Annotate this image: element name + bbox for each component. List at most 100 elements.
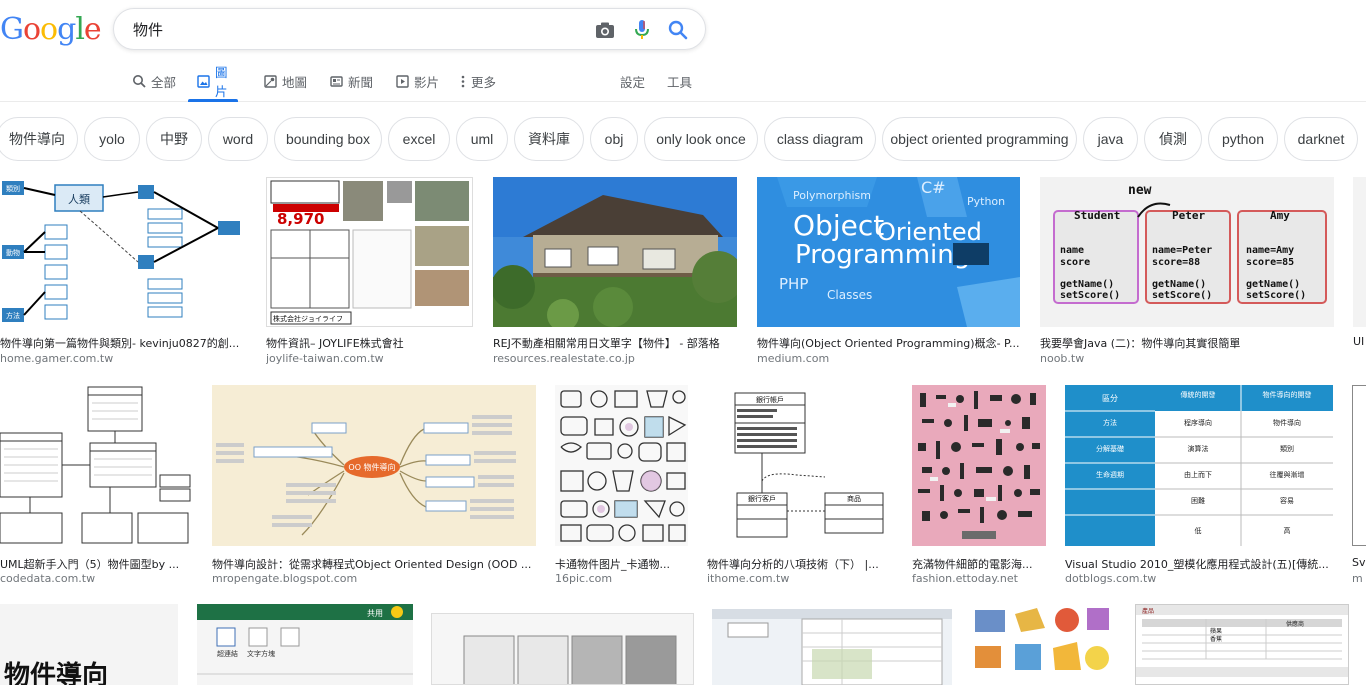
result-thumbnail[interactable]: 銀行帳戶 銀行客戶 商品 bbox=[707, 385, 893, 546]
result-thumbnail[interactable] bbox=[493, 177, 737, 327]
image-result[interactable]: 區分 傳統的開發 物件導向的開發 方法 程序導向 物件導向 分解基礎 演算法 類… bbox=[1065, 385, 1333, 585]
table-cell: 低 bbox=[1195, 526, 1202, 535]
result-thumbnail[interactable] bbox=[431, 613, 694, 685]
video-icon bbox=[396, 74, 409, 88]
field: name bbox=[1060, 245, 1084, 256]
result-title[interactable]: 物件導向設計：從需求轉程式Object Oriented Design (OOD… bbox=[212, 556, 536, 572]
tab-news[interactable]: 新聞 bbox=[330, 60, 373, 102]
result-thumbnail[interactable] bbox=[912, 385, 1046, 546]
chip-item[interactable]: obj bbox=[590, 117, 638, 161]
image-result[interactable]: UI bbox=[1353, 177, 1366, 367]
chip-item[interactable]: object oriented programming bbox=[882, 117, 1077, 161]
result-title[interactable]: UI bbox=[1353, 335, 1366, 348]
chip-item[interactable]: bounding box bbox=[274, 117, 382, 161]
image-result[interactable]: Polymorphism C# Python Object Oriented P… bbox=[757, 177, 1020, 367]
image-result[interactable]: 充滿物件細節的電影海... fashion.ettoday.net bbox=[912, 385, 1046, 585]
image-result[interactable]: 共用 超連結 文字方塊 bbox=[197, 604, 413, 685]
result-thumbnail[interactable]: 區分 傳統的開發 物件導向的開發 方法 程序導向 物件導向 分解基礎 演算法 類… bbox=[1065, 385, 1333, 546]
google-logo[interactable]: Google bbox=[0, 12, 102, 47]
table-cell: 物件導向 bbox=[1273, 418, 1301, 427]
result-title[interactable]: 物件資訊– JOYLIFE株式會社 bbox=[266, 335, 473, 351]
result-title[interactable]: Sv bbox=[1352, 556, 1366, 569]
microphone-icon[interactable] bbox=[631, 19, 653, 41]
tab-more[interactable]: 更多 bbox=[460, 60, 496, 102]
image-result[interactable] bbox=[712, 609, 952, 685]
result-title[interactable]: 我要學會Java (二)：物件導向其實很簡單 bbox=[1040, 335, 1334, 351]
image-result[interactable] bbox=[431, 613, 694, 685]
share-button: 共用 bbox=[367, 609, 383, 618]
result-thumbnail[interactable] bbox=[712, 609, 952, 685]
result-title[interactable]: UML超新手入門（5）物件圖型by ... bbox=[0, 556, 193, 572]
result-title[interactable]: 物件導向分析的八項技術（下） |... bbox=[707, 556, 893, 572]
tab-images[interactable]: 圖片 bbox=[188, 60, 238, 102]
image-result[interactable]: 物件導向 bbox=[0, 604, 178, 685]
result-source: mropengate.blogspot.com bbox=[212, 572, 358, 585]
result-thumbnail[interactable] bbox=[971, 604, 1116, 685]
table-cell: 容易 bbox=[1280, 496, 1294, 505]
image-result[interactable]: OO 物件導向 物件導向設計：從需求轉程式Object Oriented Des… bbox=[212, 385, 536, 585]
chip-item[interactable]: 物件導向 bbox=[0, 117, 78, 161]
image-result[interactable]: 產品 供應商 蘋果 香蕉 bbox=[1135, 604, 1349, 685]
image-result[interactable]: new Student Peter Amy name score name=Pe… bbox=[1040, 177, 1334, 367]
chip-item[interactable]: word bbox=[208, 117, 268, 161]
tools-link[interactable]: 工具 bbox=[667, 60, 692, 102]
tab-videos[interactable]: 影片 bbox=[396, 60, 439, 102]
result-thumbnail[interactable] bbox=[1353, 177, 1366, 327]
result-title[interactable]: 物件導向第一篇物件與類別- kevinju0827的創... bbox=[0, 335, 240, 351]
settings-link[interactable]: 設定 bbox=[620, 60, 645, 102]
result-thumbnail[interactable] bbox=[555, 385, 688, 546]
result-thumbnail[interactable]: 8,970 株式会社ジョイライフ bbox=[266, 177, 473, 327]
result-thumbnail[interactable]: 產品 供應商 蘋果 香蕉 bbox=[1135, 604, 1349, 685]
result-thumbnail[interactable]: 人類 類別 動物 方法 bbox=[0, 177, 246, 327]
tab-label: 更多 bbox=[471, 74, 497, 90]
search-input[interactable] bbox=[133, 20, 593, 38]
logo-letter: l bbox=[75, 12, 85, 47]
chip-item[interactable]: 中野 bbox=[146, 117, 202, 161]
image-result[interactable]: UML超新手入門（5）物件圖型by ... codedata.com.tw bbox=[0, 385, 193, 585]
result-thumbnail[interactable] bbox=[0, 385, 193, 546]
chip-item[interactable]: class diagram bbox=[764, 117, 876, 161]
image-result[interactable]: 卡通物件图片_卡通物... 16pic.com bbox=[555, 385, 688, 585]
result-title[interactable]: 物件導向(Object Oriented Programming)概念- P..… bbox=[757, 335, 1020, 351]
result-thumbnail[interactable] bbox=[1352, 385, 1366, 546]
news-icon bbox=[330, 75, 343, 88]
result-thumbnail[interactable]: new Student Peter Amy name score name=Pe… bbox=[1040, 177, 1334, 327]
tab-maps[interactable]: 地圖 bbox=[264, 60, 307, 102]
image-result[interactable]: 人類 類別 動物 方法 物件導向第一篇物件與類別- kevinju0827的創.… bbox=[0, 177, 246, 367]
tab-all[interactable]: 全部 bbox=[132, 60, 176, 102]
result-source: codedata.com.tw bbox=[0, 572, 96, 585]
search-box[interactable] bbox=[113, 8, 706, 50]
uml-class-label: 動物 bbox=[6, 248, 20, 257]
oop-tag: C# bbox=[921, 178, 946, 197]
image-result[interactable] bbox=[971, 604, 1116, 685]
image-result[interactable]: 8,970 株式会社ジョイライフ 物件資訊– JOYLIFE株式會社 joyli… bbox=[266, 177, 473, 367]
chip-item[interactable]: 偵測 bbox=[1144, 117, 1202, 161]
result-thumbnail[interactable]: 共用 超連結 文字方塊 bbox=[197, 604, 413, 685]
image-result[interactable]: Sv m bbox=[1352, 385, 1366, 585]
result-title[interactable]: 卡通物件图片_卡通物... bbox=[555, 556, 688, 572]
result-title[interactable]: Visual Studio 2010_塑模化應用程式設計(五)[傳統... bbox=[1065, 556, 1333, 572]
chip-item[interactable]: 資料庫 bbox=[514, 117, 584, 161]
result-source: ithome.com.tw bbox=[707, 572, 790, 585]
chip-item[interactable]: only look once bbox=[644, 117, 758, 161]
tab-label: 全部 bbox=[151, 74, 177, 90]
image-result[interactable]: 銀行帳戶 銀行客戶 商品 物件導向分析的八項技術（下） |... ithome.… bbox=[707, 385, 893, 585]
chip-item[interactable]: python bbox=[1208, 117, 1278, 161]
result-title[interactable]: REJ不動產相關常用日文單字【物件】 - 部落格 bbox=[493, 335, 737, 351]
chip-item[interactable]: uml bbox=[456, 117, 508, 161]
search-icon[interactable] bbox=[667, 19, 689, 41]
chip-item[interactable]: yolo bbox=[84, 117, 140, 161]
chip-item[interactable]: java bbox=[1083, 117, 1138, 161]
table-header: 供應商 bbox=[1286, 620, 1304, 628]
result-thumbnail[interactable]: OO 物件導向 bbox=[212, 385, 536, 546]
result-title[interactable]: 充滿物件細節的電影海... bbox=[912, 556, 1046, 572]
result-thumbnail[interactable]: 物件導向 bbox=[0, 604, 178, 685]
image-result[interactable]: REJ不動產相關常用日文單字【物件】 - 部落格 resources.reale… bbox=[493, 177, 737, 367]
result-thumbnail[interactable]: Polymorphism C# Python Object Oriented P… bbox=[757, 177, 1020, 327]
chip-item[interactable]: darknet bbox=[1284, 117, 1358, 161]
camera-icon[interactable] bbox=[594, 19, 616, 41]
result-source: noob.tw bbox=[1040, 352, 1085, 365]
table-cell: 分解基礎 bbox=[1096, 444, 1124, 453]
chip-item[interactable]: excel bbox=[388, 117, 450, 161]
class-name: Peter bbox=[1172, 209, 1205, 222]
